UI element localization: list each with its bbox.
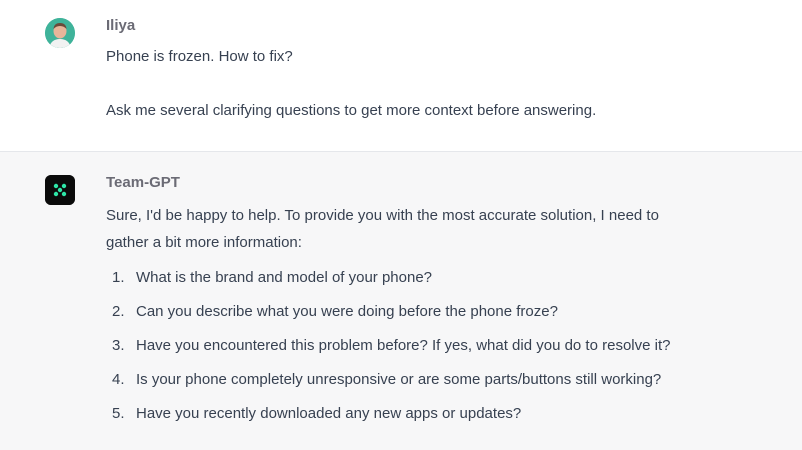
assistant-intro-line: Sure, I'd be happy to help. To provide y… [106, 207, 659, 224]
list-item-number: 2. [112, 303, 125, 320]
list-item-text: Have you encountered this problem before… [136, 337, 671, 354]
assistant-message-content: Team-GPT Sure, I'd be happy to help. To … [106, 172, 762, 437]
list-item: 2. Can you describe what you were doing … [106, 301, 762, 323]
list-item-number: 3. [112, 337, 125, 354]
list-item-text: Is your phone completely unresponsive or… [136, 371, 662, 388]
list-item: 5. Have you recently downloaded any new … [106, 403, 762, 425]
user-avatar [45, 18, 75, 48]
user-message-content: Iliya Phone is frozen. How to fix? Ask m… [106, 15, 762, 122]
team-gpt-logo-icon [45, 175, 75, 205]
list-item-number: 4. [112, 371, 125, 388]
assistant-message: Team-GPT Sure, I'd be happy to help. To … [0, 152, 802, 450]
user-author-name: Iliya [106, 17, 136, 34]
list-item: 3. Have you encountered this problem bef… [106, 335, 762, 357]
list-item-number: 5. [112, 405, 125, 422]
list-item-text: What is the brand and model of your phon… [136, 269, 433, 286]
user-avatar-photo-icon [45, 18, 75, 48]
assistant-intro-line: gather a bit more information: [106, 234, 302, 251]
user-message-line: Ask me several clarifying questions to g… [106, 102, 597, 119]
clarifying-questions-list: 1. What is the brand and model of your p… [106, 267, 762, 425]
user-message: Iliya Phone is frozen. How to fix? Ask m… [0, 0, 802, 152]
list-item-number: 1. [112, 269, 125, 286]
user-message-line: Phone is frozen. How to fix? [106, 48, 293, 65]
list-item: 4. Is your phone completely unresponsive… [106, 369, 762, 391]
list-item-text: Can you describe what you were doing bef… [136, 303, 558, 320]
assistant-author-name: Team-GPT [106, 174, 180, 191]
assistant-avatar [45, 175, 75, 205]
list-item-text: Have you recently downloaded any new app… [136, 405, 522, 422]
list-item: 1. What is the brand and model of your p… [106, 267, 762, 289]
